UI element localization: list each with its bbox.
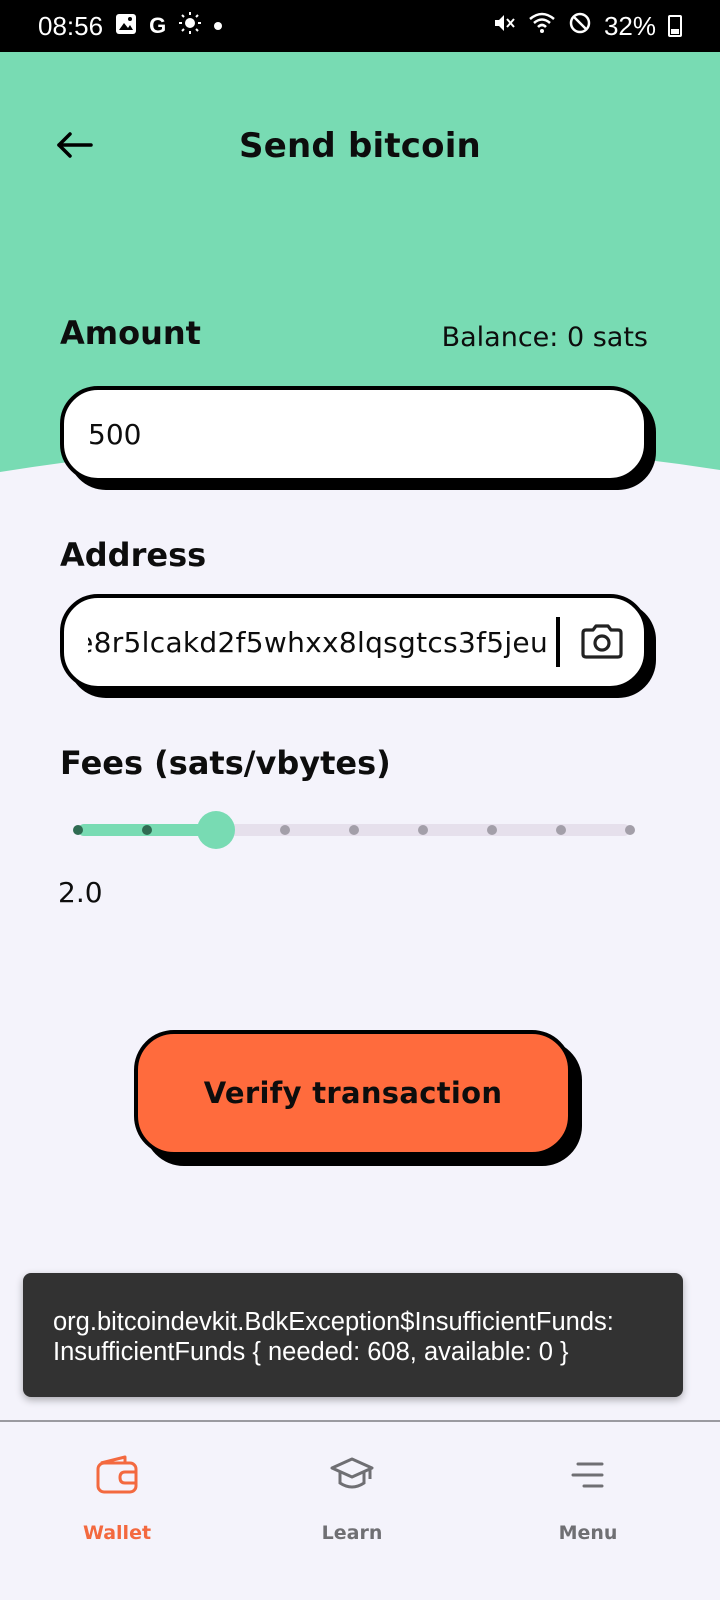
- verify-transaction-button[interactable]: Verify transaction: [134, 1030, 572, 1156]
- nav-item-wallet[interactable]: Wallet: [17, 1422, 217, 1572]
- camera-icon: [581, 624, 623, 659]
- slider-tick: [142, 825, 152, 835]
- address-input[interactable]: e8r5lcakd2f5whxx8lqsgtcs3f5jeu: [60, 594, 648, 690]
- nav-label-menu: Menu: [558, 1522, 618, 1544]
- snackbar-line-2: InsufficientFunds { needed: 608, availab…: [53, 1338, 569, 1366]
- slider-tick: [418, 825, 428, 835]
- text-caret: [556, 617, 560, 667]
- error-snackbar: org.bitcoindevkit.BdkException$Insuffici…: [23, 1273, 683, 1397]
- balance-text: Balance: 0 sats: [441, 322, 648, 353]
- fees-label: Fees (sats/vbytes): [60, 744, 391, 782]
- fee-slider[interactable]: [68, 811, 640, 849]
- fee-value: 2.0: [58, 876, 103, 909]
- menu-icon: [568, 1450, 608, 1500]
- battery-percent: 32%: [603, 10, 656, 41]
- top-app-bar: Send bitcoin: [0, 100, 720, 190]
- slider-tick: [280, 825, 290, 835]
- nav-item-learn[interactable]: Learn: [252, 1422, 452, 1572]
- slider-tick: [487, 825, 497, 835]
- dnd-icon: [568, 11, 592, 42]
- amount-input-value: 500: [88, 417, 142, 451]
- nav-label-learn: Learn: [321, 1522, 383, 1544]
- battery-icon: [668, 15, 682, 37]
- amount-label: Amount: [60, 314, 201, 352]
- sun-icon: [178, 11, 202, 42]
- page-title: Send bitcoin: [239, 126, 481, 166]
- notification-dot-icon: [214, 22, 223, 30]
- amount-field-container: 500: [60, 386, 656, 490]
- status-right: 32%: [492, 11, 682, 42]
- slider-tick: [73, 825, 83, 835]
- slider-tick: [625, 825, 635, 835]
- amount-input[interactable]: 500: [60, 386, 648, 482]
- bottom-navigation: Wallet Learn Menu: [0, 1420, 720, 1600]
- address-input-value: e8r5lcakd2f5whxx8lqsgtcs3f5jeu: [88, 625, 548, 659]
- status-left: 08:56 G: [38, 10, 223, 42]
- google-icon: G: [149, 13, 167, 38]
- address-label: Address: [60, 536, 207, 574]
- image-icon: [115, 11, 137, 42]
- address-field-container: e8r5lcakd2f5whxx8lqsgtcs3f5jeu: [60, 594, 656, 698]
- clock: 08:56: [38, 10, 104, 41]
- nav-item-menu[interactable]: Menu: [488, 1422, 688, 1572]
- wallet-icon: [95, 1450, 139, 1500]
- verify-transaction-container: Verify transaction: [134, 1030, 582, 1166]
- slider-tick: [556, 825, 566, 835]
- mute-icon: [492, 11, 516, 42]
- scan-qr-button[interactable]: [574, 614, 630, 670]
- slider-tick: [349, 825, 359, 835]
- slider-thumb[interactable]: [197, 811, 235, 849]
- status-bar: 08:56 G 32%: [0, 0, 720, 52]
- snackbar-line-1: org.bitcoindevkit.BdkException$Insuffici…: [53, 1308, 614, 1336]
- nav-label-wallet: Wallet: [82, 1522, 152, 1544]
- graduation-cap-icon: [329, 1450, 375, 1500]
- wifi-icon: [528, 11, 556, 42]
